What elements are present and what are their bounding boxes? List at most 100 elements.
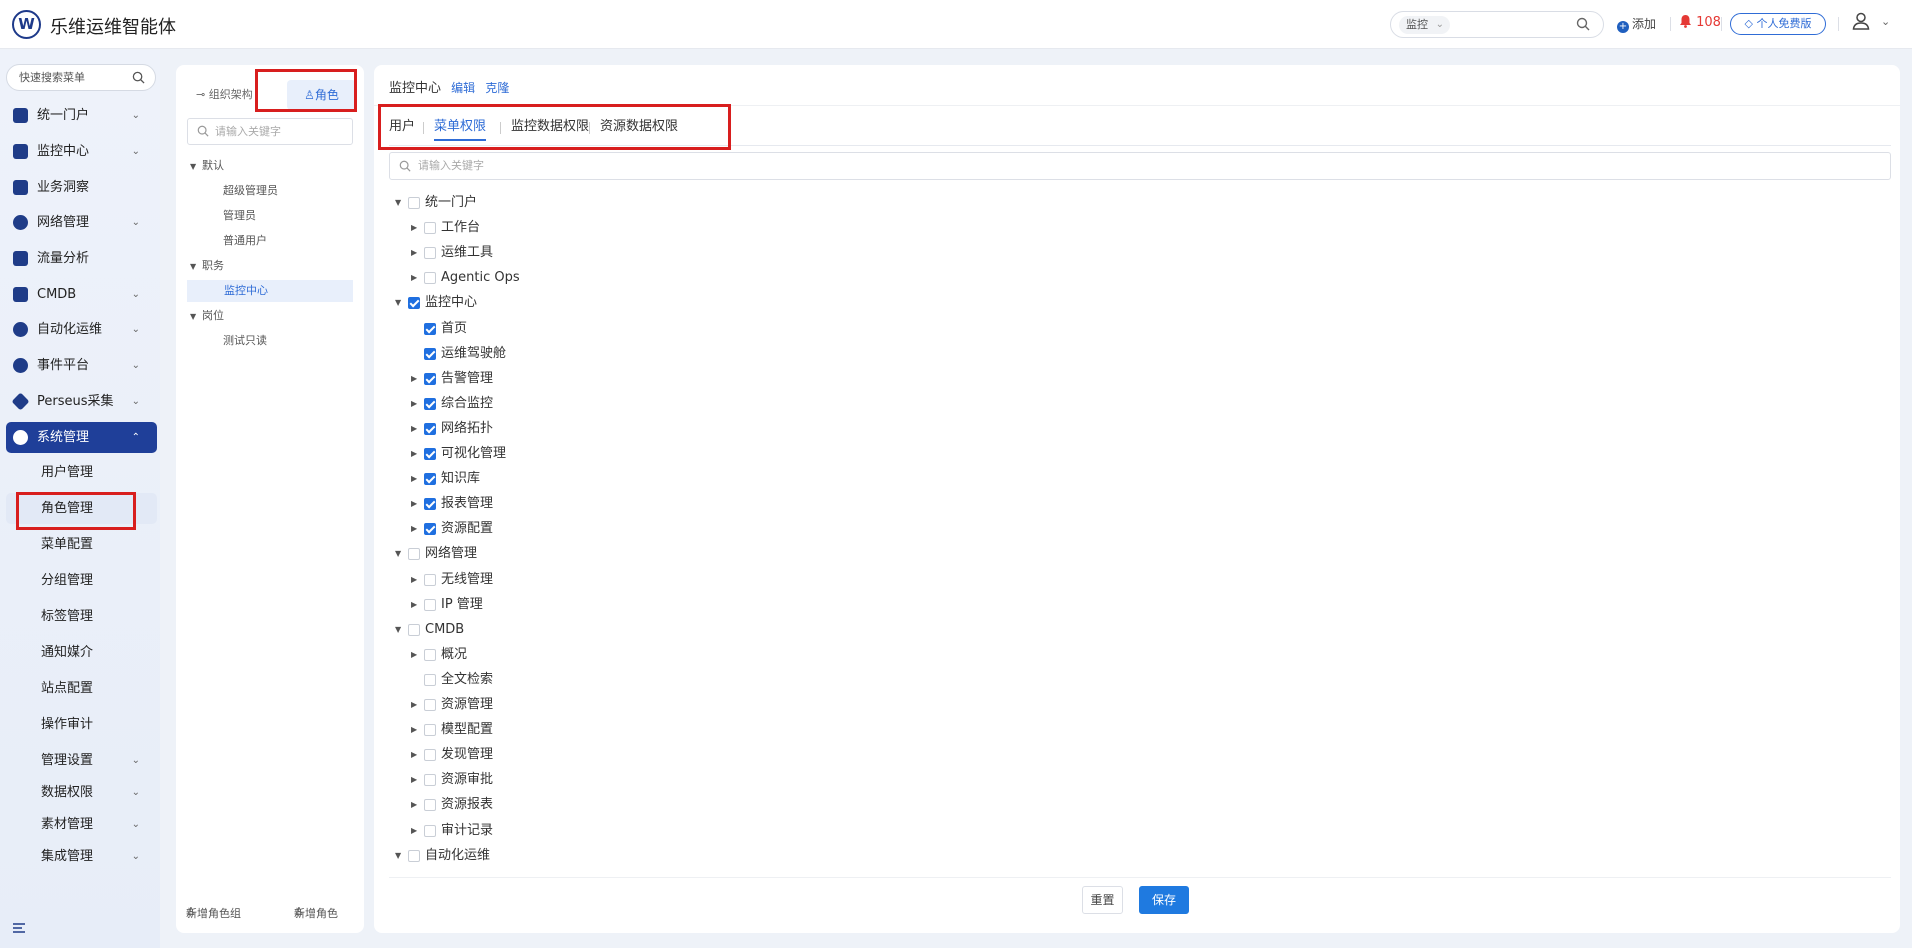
search-icon[interactable] <box>1576 15 1594 33</box>
caret-right-icon[interactable]: ▶ <box>411 419 421 439</box>
role-group-post[interactable]: ▼ 岗位 <box>190 305 224 327</box>
tree-node-checkbox[interactable] <box>424 674 436 686</box>
tree-node-checkbox[interactable] <box>424 774 436 786</box>
sidebar-item-automation[interactable]: 自动化运维 ⌄ <box>6 314 157 345</box>
role-item[interactable]: 测试只读 <box>223 330 267 352</box>
tree-node-checkbox[interactable] <box>424 272 436 284</box>
tree-node-checkbox[interactable] <box>408 197 420 209</box>
sidebar-subitem-notify[interactable]: 通知媒介 <box>6 637 157 668</box>
caret-right-icon[interactable]: ▶ <box>411 494 421 514</box>
role-item[interactable]: 管理员 <box>223 205 256 227</box>
sidebar-item-cmdb[interactable]: CMDB ⌄ <box>6 279 157 310</box>
edit-link[interactable]: 编辑 <box>451 81 475 95</box>
caret-right-icon[interactable]: ▶ <box>411 519 421 539</box>
tree-node-checkbox[interactable] <box>424 448 436 460</box>
tree-node-checkbox[interactable] <box>408 297 420 309</box>
sidebar-subitem-tags[interactable]: 标签管理 <box>6 601 157 632</box>
sidebar-item-monitor[interactable]: 监控中心 ⌄ <box>6 136 157 167</box>
sidebar-subitem-integration[interactable]: 集成管理 ⌄ <box>6 841 157 872</box>
caret-right-icon[interactable]: ▶ <box>411 243 421 263</box>
tree-node-checkbox[interactable] <box>424 423 436 435</box>
caret-down-icon[interactable]: ▼ <box>395 544 405 564</box>
caret-right-icon[interactable]: ▶ <box>411 821 421 841</box>
caret-right-icon[interactable]: ▶ <box>411 695 421 715</box>
caret-down-icon[interactable]: ▼ <box>395 293 405 313</box>
tree-node-checkbox[interactable] <box>424 473 436 485</box>
tree-node-checkbox[interactable] <box>424 373 436 385</box>
role-group-position[interactable]: ▼ 职务 <box>190 255 224 277</box>
caret-right-icon[interactable]: ▶ <box>411 645 421 665</box>
sidebar-subitem-audit[interactable]: 操作审计 <box>6 709 157 740</box>
free-edition-badge[interactable]: ◇ 个人免费版 <box>1730 13 1826 35</box>
caret-down-icon[interactable]: ▼ <box>395 846 405 866</box>
tree-node-checkbox[interactable] <box>408 624 420 636</box>
caret-right-icon[interactable]: ▶ <box>411 394 421 414</box>
tree-node-checkbox[interactable] <box>424 699 436 711</box>
sidebar-subitem-materials[interactable]: 素材管理 ⌄ <box>6 809 157 840</box>
user-avatar-icon[interactable] <box>1851 11 1871 35</box>
tree-node-checkbox[interactable] <box>424 222 436 234</box>
tree-node-checkbox[interactable] <box>408 850 420 862</box>
global-search[interactable]: 监控 ⌄ <box>1390 11 1604 38</box>
sidebar-subitem-site[interactable]: 站点配置 <box>6 673 157 704</box>
sidebar-subitem-groups[interactable]: 分组管理 <box>6 565 157 596</box>
sidebar-subitem-data-perm[interactable]: 数据权限 ⌄ <box>6 777 157 808</box>
caret-right-icon[interactable]: ▶ <box>411 218 421 238</box>
caret-right-icon[interactable]: ▶ <box>411 720 421 740</box>
tree-node-checkbox[interactable] <box>424 523 436 535</box>
caret-right-icon[interactable]: ▶ <box>411 444 421 464</box>
tree-node-checkbox[interactable] <box>424 749 436 761</box>
tree-node-checkbox[interactable] <box>424 398 436 410</box>
sidebar-item-perseus[interactable]: Perseus采集 ⌄ <box>6 386 157 417</box>
role-item[interactable]: 普通用户 <box>223 230 267 252</box>
caret-right-icon[interactable]: ▶ <box>411 745 421 765</box>
save-button[interactable]: 保存 <box>1139 886 1189 914</box>
tree-node-checkbox[interactable] <box>424 649 436 661</box>
sidebar-subitem-users[interactable]: 用户管理 <box>6 457 157 488</box>
caret-right-icon[interactable]: ▶ <box>411 570 421 590</box>
caret-right-icon[interactable]: ▶ <box>411 369 421 389</box>
role-search-input[interactable]: 请输入关键字 <box>187 118 353 145</box>
tree-node-checkbox[interactable] <box>424 323 436 335</box>
chevron-down-icon: ⌄ <box>1435 19 1444 30</box>
collapse-menu-icon[interactable] <box>12 922 26 938</box>
sidebar-item-system[interactable]: 系统管理 ⌃ <box>6 422 157 453</box>
app-logo[interactable]: W <box>12 10 41 39</box>
tree-node-checkbox[interactable] <box>424 498 436 510</box>
role-group-default[interactable]: ▼ 默认 <box>190 155 224 177</box>
tree-node-checkbox[interactable] <box>408 548 420 560</box>
sidebar-item-portal[interactable]: 统一门户 ⌄ <box>6 100 157 131</box>
clone-link[interactable]: 克隆 <box>485 81 509 95</box>
sidebar-item-network[interactable]: 网络管理 ⌄ <box>6 207 157 238</box>
add-button[interactable]: + 添加 <box>1617 15 1656 33</box>
caret-right-icon[interactable]: ▶ <box>411 268 421 288</box>
tree-node-checkbox[interactable] <box>424 724 436 736</box>
tree-node-checkbox[interactable] <box>424 574 436 586</box>
tree-node-checkbox[interactable] <box>424 825 436 837</box>
role-item[interactable]: 超级管理员 <box>223 180 278 202</box>
reset-button[interactable]: 重置 <box>1082 886 1123 914</box>
tab-org-structure[interactable]: ⊸ 组织架构 <box>196 80 253 110</box>
sidebar-subitem-mgmt-settings[interactable]: 管理设置 ⌄ <box>6 745 157 776</box>
chevron-down-icon[interactable]: ⌄ <box>1881 15 1890 28</box>
caret-right-icon[interactable]: ▶ <box>411 469 421 489</box>
caret-right-icon[interactable]: ▶ <box>411 770 421 790</box>
alert-notification[interactable]: 108 <box>1679 14 1721 30</box>
sidebar-subitem-menu-config[interactable]: 菜单配置 <box>6 529 157 560</box>
caret-down-icon[interactable]: ▼ <box>395 620 405 640</box>
caret-down-icon[interactable]: ▼ <box>395 193 405 213</box>
quick-menu-search[interactable]: 快速搜索菜单 <box>6 64 156 91</box>
tree-node-checkbox[interactable] <box>424 348 436 360</box>
caret-right-icon[interactable]: ▶ <box>411 795 421 815</box>
sidebar-item-insight[interactable]: 业务洞察 <box>6 172 157 203</box>
tree-node-checkbox[interactable] <box>424 799 436 811</box>
divider <box>389 877 1891 878</box>
sidebar-item-traffic[interactable]: 流量分析 <box>6 243 157 274</box>
role-item-selected[interactable]: 监控中心 <box>187 280 353 302</box>
search-scope-select[interactable]: 监控 ⌄ <box>1399 16 1450 34</box>
caret-right-icon[interactable]: ▶ <box>411 595 421 615</box>
tree-node-checkbox[interactable] <box>424 599 436 611</box>
sidebar-item-events[interactable]: 事件平台 ⌄ <box>6 350 157 381</box>
tree-node-checkbox[interactable] <box>424 247 436 259</box>
menu-search-input[interactable]: 请输入关键字 <box>389 152 1891 180</box>
